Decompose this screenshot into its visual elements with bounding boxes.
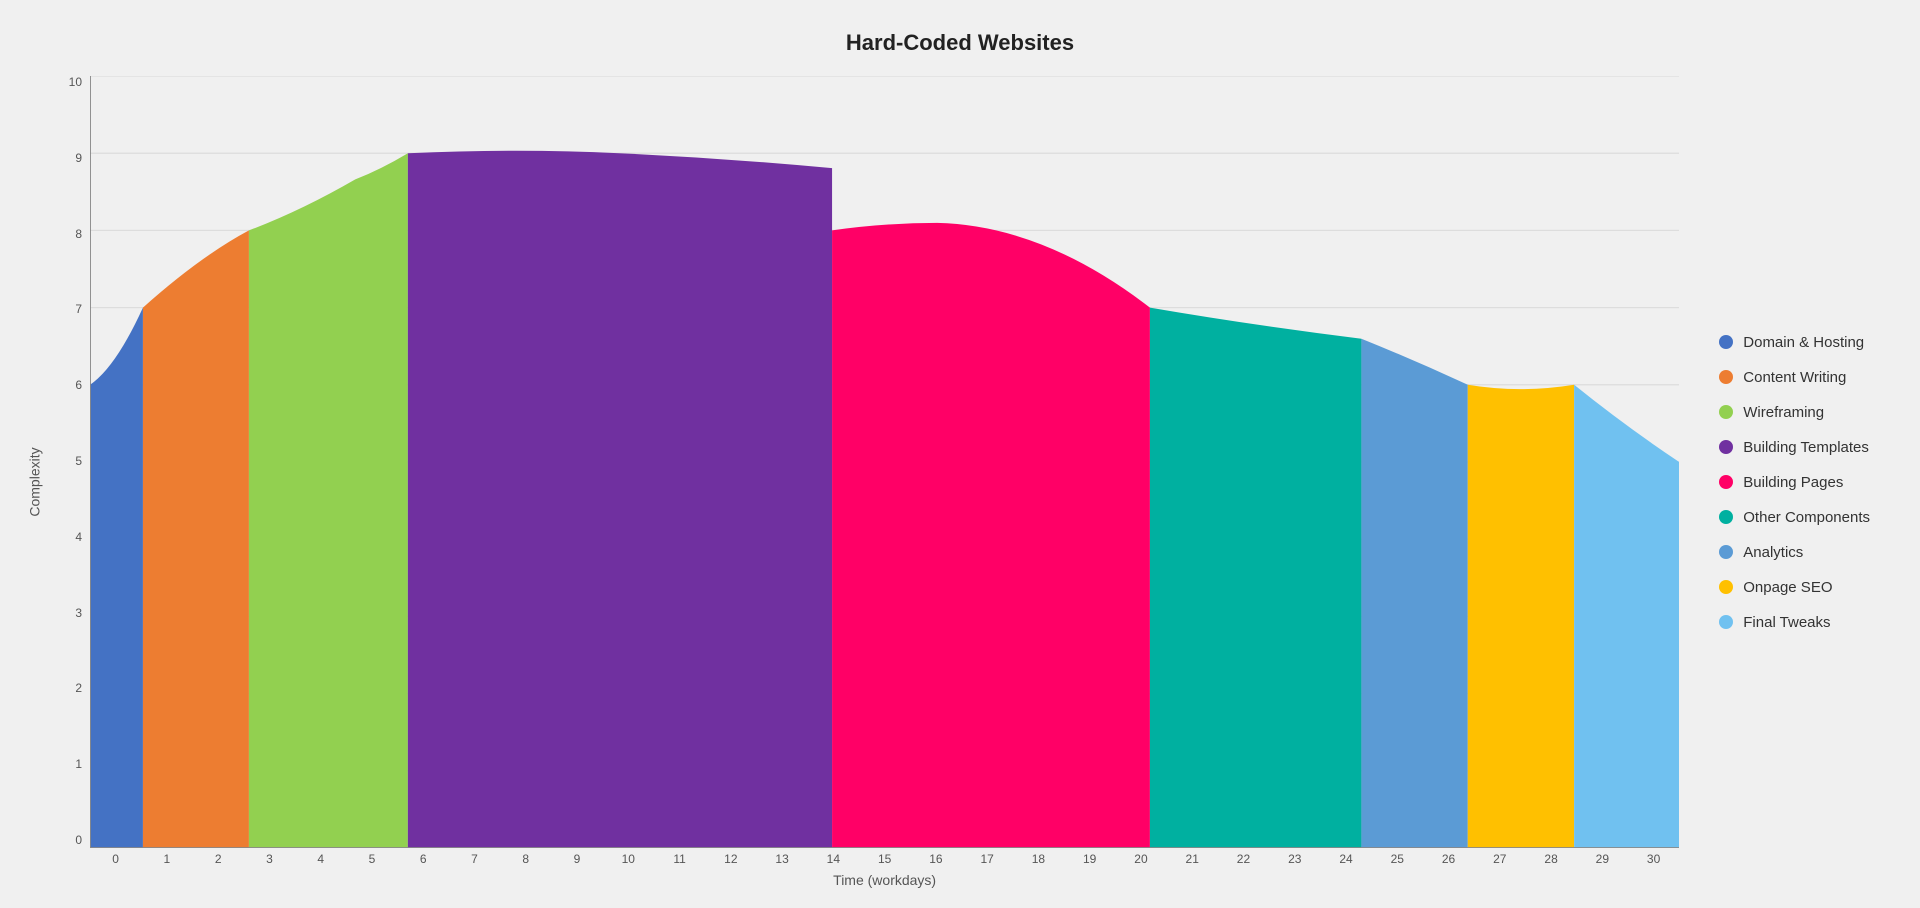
y-tick-10: 10	[50, 76, 90, 88]
segment-other-components	[1150, 308, 1361, 848]
legend-label-content-writing: Content Writing	[1743, 369, 1846, 386]
legend-item-onpage-seo: Onpage SEO	[1719, 579, 1870, 596]
x-tick-10: 10	[603, 852, 654, 866]
y-tick-1: 1	[50, 758, 90, 770]
segment-content-writing	[143, 230, 249, 848]
legend-label-building-templates: Building Templates	[1743, 439, 1869, 456]
legend-dot-building-pages	[1719, 475, 1733, 489]
x-tick-28: 28	[1525, 852, 1576, 866]
x-axis-area: 0 1 2 3 4 5 6 7 8 9 10 11 12 13	[90, 848, 1679, 866]
x-tick-15: 15	[859, 852, 910, 866]
x-tick-30: 30	[1628, 852, 1679, 866]
x-tick-13: 13	[756, 852, 807, 866]
x-tick-21: 21	[1167, 852, 1218, 866]
x-tick-22: 22	[1218, 852, 1269, 866]
legend-label-wireframing: Wireframing	[1743, 404, 1824, 421]
chart-title: Hard-Coded Websites	[846, 30, 1074, 56]
legend-dot-final-tweaks	[1719, 615, 1733, 629]
legend-item-building-templates: Building Templates	[1719, 439, 1870, 456]
x-tick-6: 6	[398, 852, 449, 866]
x-tick-11: 11	[654, 852, 705, 866]
y-tick-7: 7	[50, 303, 90, 315]
x-tick-12: 12	[705, 852, 756, 866]
x-tick-24: 24	[1320, 852, 1371, 866]
segment-wireframing	[249, 153, 408, 848]
chart-container: Hard-Coded Websites Complexity 0 1 2 3 4…	[0, 0, 1920, 908]
segment-onpage-seo	[1468, 385, 1574, 848]
x-tick-25: 25	[1372, 852, 1423, 866]
y-tick-6: 6	[50, 379, 90, 391]
main-chart-svg	[90, 76, 1679, 848]
x-tick-4: 4	[295, 852, 346, 866]
x-tick-3: 3	[244, 852, 295, 866]
y-axis-ticks: 0 1 2 3 4 5 6 7 8 9 10	[50, 76, 90, 848]
x-tick-27: 27	[1474, 852, 1525, 866]
x-tick-16: 16	[910, 852, 961, 866]
y-tick-0: 0	[50, 834, 90, 846]
segment-final-tweaks	[1574, 385, 1679, 848]
legend-label-onpage-seo: Onpage SEO	[1743, 579, 1832, 596]
svg-area	[90, 76, 1679, 848]
legend-item-content-writing: Content Writing	[1719, 369, 1870, 386]
segment-building-templates	[408, 151, 832, 848]
legend-label-analytics: Analytics	[1743, 544, 1803, 561]
x-tick-2: 2	[193, 852, 244, 866]
legend-dot-analytics	[1719, 545, 1733, 559]
x-tick-23: 23	[1269, 852, 1320, 866]
legend-item-wireframing: Wireframing	[1719, 404, 1870, 421]
y-tick-5: 5	[50, 455, 90, 467]
legend-dot-building-templates	[1719, 440, 1733, 454]
legend-label-final-tweaks: Final Tweaks	[1743, 614, 1830, 631]
x-tick-26: 26	[1423, 852, 1474, 866]
y-tick-8: 8	[50, 228, 90, 240]
x-tick-1: 1	[141, 852, 192, 866]
x-tick-8: 8	[500, 852, 551, 866]
legend-item-analytics: Analytics	[1719, 544, 1870, 561]
legend: Domain & Hosting Content Writing Wirefra…	[1679, 76, 1900, 888]
segment-building-pages	[832, 223, 1150, 848]
legend-item-domain-hosting: Domain & Hosting	[1719, 334, 1870, 351]
legend-item-building-pages: Building Pages	[1719, 474, 1870, 491]
segment-analytics	[1361, 339, 1467, 848]
x-tick-14: 14	[808, 852, 859, 866]
x-tick-0: 0	[90, 852, 141, 866]
y-axis-label: Complexity	[27, 447, 43, 516]
x-tick-17: 17	[962, 852, 1013, 866]
y-tick-9: 9	[50, 152, 90, 164]
legend-dot-wireframing	[1719, 405, 1733, 419]
legend-label-domain-hosting: Domain & Hosting	[1743, 334, 1864, 351]
x-tick-7: 7	[449, 852, 500, 866]
legend-label-other-components: Other Components	[1743, 509, 1870, 526]
x-axis-label: Time (workdays)	[90, 872, 1679, 888]
x-tick-19: 19	[1064, 852, 1115, 866]
y-tick-3: 3	[50, 607, 90, 619]
x-tick-5: 5	[346, 852, 397, 866]
legend-item-final-tweaks: Final Tweaks	[1719, 614, 1870, 631]
x-tick-20: 20	[1115, 852, 1166, 866]
legend-label-building-pages: Building Pages	[1743, 474, 1843, 491]
legend-item-other-components: Other Components	[1719, 509, 1870, 526]
legend-dot-domain-hosting	[1719, 335, 1733, 349]
y-axis-label-container: Complexity	[20, 76, 50, 888]
legend-dot-content-writing	[1719, 370, 1733, 384]
y-tick-4: 4	[50, 531, 90, 543]
x-tick-9: 9	[551, 852, 602, 866]
segment-domain-hosting	[90, 308, 143, 848]
x-tick-18: 18	[1013, 852, 1064, 866]
legend-dot-other-components	[1719, 510, 1733, 524]
x-ticks: 0 1 2 3 4 5 6 7 8 9 10 11 12 13	[90, 848, 1679, 866]
x-tick-29: 29	[1577, 852, 1628, 866]
legend-dot-onpage-seo	[1719, 580, 1733, 594]
y-tick-2: 2	[50, 682, 90, 694]
